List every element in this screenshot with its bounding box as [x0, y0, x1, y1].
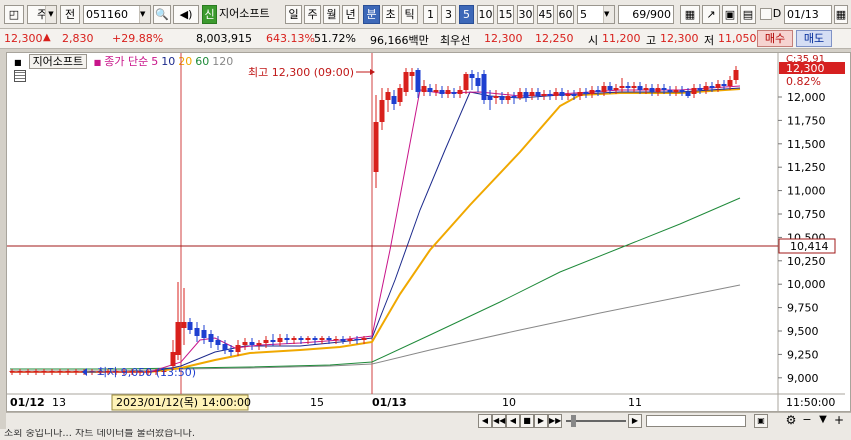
down-arrow-icon[interactable]: ▼ — [816, 414, 830, 428]
range-track[interactable] — [646, 415, 746, 427]
period-week-button[interactable]: 주 — [304, 5, 321, 24]
legend-ma10: 10 — [161, 55, 176, 68]
window-restore-icon[interactable]: ◰ — [4, 5, 24, 24]
stock-code-value: 051160 — [86, 8, 128, 21]
legend-ma120: 120 — [212, 55, 234, 68]
count-value: 69 — [632, 8, 647, 21]
high-label: 고 — [646, 34, 657, 47]
market-select[interactable]: 주 ▼ — [27, 5, 57, 24]
period-year-button[interactable]: 년 — [342, 5, 359, 24]
stop-button[interactable]: ■ — [520, 414, 534, 428]
chart-panel[interactable] — [6, 52, 851, 412]
chevron-down-icon: ▼ — [139, 6, 150, 23]
up-arrow-icon: ▲ — [43, 32, 51, 43]
interval-button-selected[interactable]: 5 — [459, 5, 474, 24]
period-second-button[interactable]: 초 — [382, 5, 399, 24]
legend-ma60: 60 — [195, 55, 210, 68]
back-button[interactable]: ◀ — [506, 414, 520, 428]
status-bar: 조회 중입니다... 차트 데이터를 불러왔습니다. — [0, 429, 851, 440]
forward-button[interactable]: ▶ — [534, 414, 548, 428]
legend-series-label: 종가 단순 — [104, 55, 149, 68]
sin-badge: 신 — [202, 5, 217, 24]
grid-icon[interactable] — [14, 70, 26, 82]
count-total: /900 — [646, 8, 671, 21]
low-price: 11,050 — [718, 32, 757, 45]
interval-button[interactable]: 1 — [423, 5, 438, 24]
interval-select-value: 5 — [580, 8, 587, 21]
scroll-left-button[interactable]: ◀ — [478, 414, 492, 428]
volume-ratio: 643.13% — [266, 32, 315, 45]
chart-legend: ■ 지어소프트 ■ 종가 단순 5 10 20 60 120 — [14, 53, 236, 69]
print-icon[interactable]: ▤ — [740, 5, 756, 24]
legend-ma20: 20 — [178, 55, 193, 68]
chevron-down-icon: ▼ — [45, 6, 56, 23]
period-month-button[interactable]: 월 — [323, 5, 340, 24]
legend-stock-name: 지어소프트 — [28, 54, 88, 69]
sell-button[interactable]: 매도 — [796, 30, 832, 47]
legend-ma5: 5 — [151, 55, 159, 68]
open-price: 11,200 — [602, 32, 641, 45]
price-info-row: 12,300 ▲ 2,830 +29.88% 8,003,915 643.13%… — [0, 29, 851, 49]
interval-button[interactable]: 30 — [517, 5, 534, 24]
best-bid: 12,250 — [535, 32, 574, 45]
date-input[interactable]: 01/13 — [784, 5, 832, 24]
interval-button[interactable]: 60 — [557, 5, 574, 24]
period-tick-button[interactable]: 틱 — [401, 5, 418, 24]
count-input[interactable]: 69/900 — [618, 5, 674, 24]
back-all-button[interactable]: ◀◀ — [492, 414, 506, 428]
zoom-slider-handle[interactable] — [571, 415, 576, 427]
interval-button[interactable]: 3 — [441, 5, 456, 24]
forward-all-button[interactable]: ▶▶ — [548, 414, 562, 428]
interval-select[interactable]: 5 ▼ — [577, 5, 615, 24]
volume: 8,003,915 — [196, 32, 252, 45]
d-label: D — [772, 7, 782, 20]
interval-button[interactable]: 15 — [497, 5, 514, 24]
interval-button[interactable]: 45 — [537, 5, 554, 24]
low-label: 저 — [704, 34, 715, 47]
period-day-button[interactable]: 일 — [285, 5, 302, 24]
interval-button[interactable]: 10 — [477, 5, 494, 24]
change-value: 2,830 — [62, 32, 94, 45]
best-label: 최우선 — [440, 34, 471, 47]
open-label: 시 — [588, 34, 599, 47]
search-icon[interactable]: 🔍 — [153, 5, 171, 24]
legend-square-icon: ■ — [93, 58, 102, 67]
chevron-down-icon: ▼ — [603, 6, 614, 23]
legend-square-icon: ■ — [14, 58, 22, 67]
period-minute-button[interactable]: 분 — [363, 5, 380, 24]
chart-scrollbar: ◀ ◀◀ ◀ ■ ▶ ▶▶ ▶ ▣ ⚙ − ▼ + — [6, 412, 851, 429]
best-ask: 12,300 — [484, 32, 523, 45]
stock-name: 지어소프트 — [219, 7, 270, 20]
d-checkbox[interactable] — [760, 8, 772, 20]
restore-icon[interactable]: ▣ — [754, 414, 768, 428]
jeon-button[interactable]: 전 — [60, 5, 80, 24]
scroll-right-button[interactable]: ▶ — [628, 414, 642, 428]
zoom-out-icon[interactable]: − — [800, 414, 814, 428]
high-price: 12,300 — [660, 32, 699, 45]
current-price: 12,300 — [4, 32, 43, 45]
zoom-in-icon[interactable]: + — [832, 414, 846, 428]
other-percent: 51.72% — [314, 32, 356, 45]
trade-amount: 96,166백만 — [370, 34, 429, 47]
stock-code-input[interactable]: 051160 ▼ — [83, 5, 151, 24]
save-icon[interactable]: ▣ — [722, 5, 738, 24]
buy-button[interactable]: 매수 — [757, 30, 793, 47]
change-percent: +29.88% — [112, 32, 164, 45]
speaker-icon[interactable]: ◀) — [173, 5, 199, 24]
settings-icon[interactable]: ⚙ — [784, 414, 798, 428]
top-toolbar: ◰ 주 ▼ 전 051160 ▼ 🔍 ◀) 신 지어소프트 일 주 월 년 분 초 … — [0, 0, 851, 29]
draw-icon[interactable]: ↗ — [702, 5, 720, 24]
tool-icon[interactable]: ▦ — [680, 5, 700, 24]
calendar-icon[interactable]: ▦ — [834, 5, 848, 24]
